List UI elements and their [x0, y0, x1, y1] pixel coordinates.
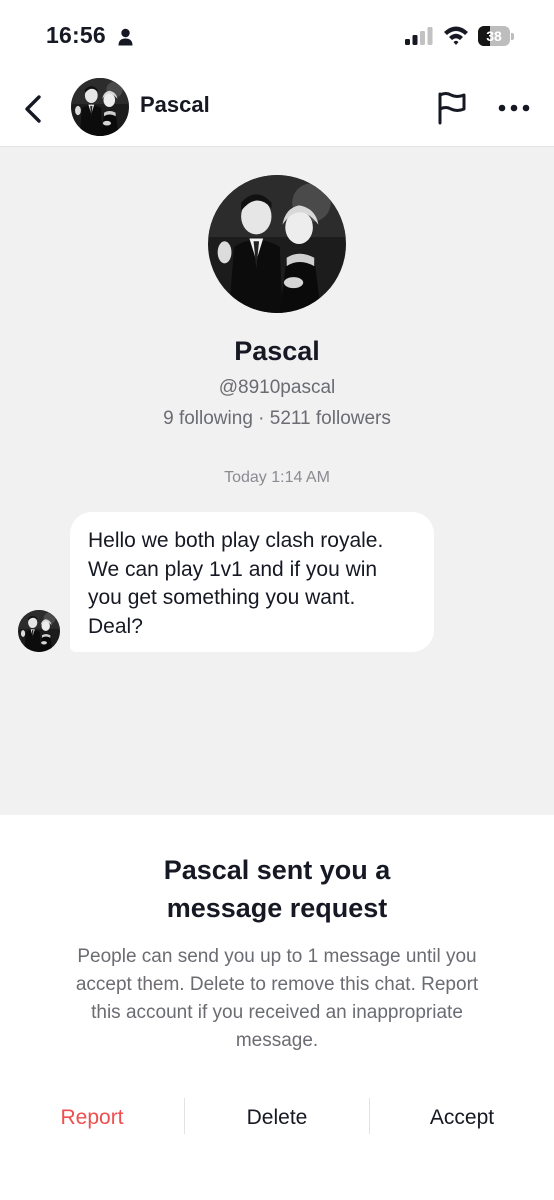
profile-handle: @8910pascal [218, 377, 336, 398]
request-description-line: this account if you received an inapprop… [91, 1002, 463, 1023]
delete-button[interactable]: Delete [185, 1095, 369, 1141]
report-flag-button[interactable] [434, 90, 468, 126]
battery-indicator: 38 [478, 26, 516, 46]
report-button[interactable]: Report [0, 1095, 184, 1141]
message-text-line: you get something you want. [88, 586, 356, 609]
message-request-sheet: Pascal sent you a message request People… [0, 815, 554, 1200]
message-bubble[interactable]: Hello we both play clash royale. We can … [70, 512, 434, 652]
flag-icon [438, 92, 466, 125]
message-timestamp: Today 1:14 AM [224, 469, 330, 486]
back-button[interactable] [18, 88, 48, 128]
message-sender-avatar[interactable] [18, 610, 60, 652]
back-icon [25, 95, 41, 123]
request-title-line: Pascal sent you a [163, 855, 391, 885]
request-description-line: message. [235, 1030, 319, 1051]
message-text-line: Hello we both play clash royale. [88, 529, 384, 552]
accept-button[interactable]: Accept [370, 1095, 554, 1141]
request-title-line: message request [166, 893, 388, 923]
status-bar: 16:56 38 [0, 0, 554, 70]
wifi-icon [444, 26, 468, 45]
chat-header: Pascal [0, 70, 554, 147]
header-username[interactable]: Pascal [140, 92, 210, 118]
person-icon [118, 28, 133, 46]
status-time: 16:56 [46, 22, 106, 48]
request-description: People can send you up to 1 message unti… [0, 943, 554, 1055]
message-text-line: Deal? [88, 614, 143, 638]
request-title: Pascal sent you a message request [0, 851, 554, 927]
cellular-signal-icon [405, 27, 433, 45]
header-avatar[interactable] [71, 78, 129, 136]
battery-level: 38 [486, 28, 502, 44]
request-description-line: accept them. Delete to remove this chat.… [75, 974, 479, 995]
profile-name: Pascal [234, 336, 320, 366]
more-options-button[interactable] [497, 96, 531, 120]
more-icon [498, 104, 530, 112]
profile-stats: 9 following · 5211 followers [163, 408, 391, 429]
profile-avatar[interactable] [208, 175, 346, 313]
message-text-line: We can play 1v1 and if you win [88, 557, 378, 581]
request-description-line: People can send you up to 1 message unti… [77, 946, 477, 967]
